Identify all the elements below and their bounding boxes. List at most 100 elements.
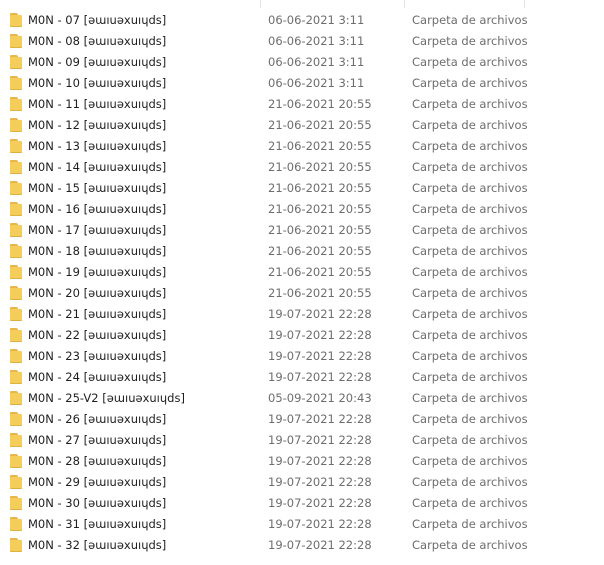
folder-row[interactable]: M0N - 19 [ǝɯıuǝxuıɥds] 21-06-2021 20:55 … xyxy=(0,262,604,283)
folder-row[interactable]: M0N - 07 [ǝɯıuǝxuıɥds] 06-06-2021 3:11 C… xyxy=(0,10,604,31)
file-type: Carpeta de archivos xyxy=(412,475,528,489)
date-modified: 19-07-2021 22:28 xyxy=(268,370,372,384)
file-type: Carpeta de archivos xyxy=(412,538,528,552)
file-type: Carpeta de archivos xyxy=(412,97,528,111)
file-type: Carpeta de archivos xyxy=(412,433,528,447)
folder-icon xyxy=(10,286,22,300)
date-modified: 21-06-2021 20:55 xyxy=(268,118,372,132)
folder-row[interactable]: M0N - 08 [ǝɯıuǝxuıɥds] 06-06-2021 3:11 C… xyxy=(0,31,604,52)
folder-name: M0N - 16 [ǝɯıuǝxuıɥds] xyxy=(28,202,167,216)
folder-icon xyxy=(10,202,22,216)
date-modified: 19-07-2021 22:28 xyxy=(268,517,372,531)
column-separator[interactable] xyxy=(260,0,261,8)
folder-icon xyxy=(10,244,22,258)
date-modified: 06-06-2021 3:11 xyxy=(268,34,365,48)
file-type: Carpeta de archivos xyxy=(412,223,528,237)
folder-icon xyxy=(10,265,22,279)
file-type: Carpeta de archivos xyxy=(412,55,528,69)
date-modified: 19-07-2021 22:28 xyxy=(268,496,372,510)
folder-name: M0N - 07 [ǝɯıuǝxuıɥds] xyxy=(28,13,167,27)
folder-row[interactable]: M0N - 23 [ǝɯıuǝxuıɥds] 19-07-2021 22:28 … xyxy=(0,346,604,367)
date-modified: 19-07-2021 22:28 xyxy=(268,349,372,363)
folder-name: M0N - 31 [ǝɯıuǝxuıɥds] xyxy=(28,517,167,531)
folder-icon xyxy=(10,307,22,321)
file-type: Carpeta de archivos xyxy=(412,118,528,132)
folder-name: M0N - 08 [ǝɯıuǝxuıɥds] xyxy=(28,34,167,48)
folder-row[interactable]: M0N - 29 [ǝɯıuǝxuıɥds] 19-07-2021 22:28 … xyxy=(0,472,604,493)
folder-name: M0N - 32 [ǝɯıuǝxuıɥds] xyxy=(28,538,167,552)
date-modified: 21-06-2021 20:55 xyxy=(268,223,372,237)
folder-row[interactable]: M0N - 18 [ǝɯıuǝxuıɥds] 21-06-2021 20:55 … xyxy=(0,241,604,262)
folder-icon xyxy=(10,76,22,90)
folder-icon xyxy=(10,454,22,468)
date-modified: 21-06-2021 20:55 xyxy=(268,202,372,216)
folder-row[interactable]: M0N - 17 [ǝɯıuǝxuıɥds] 21-06-2021 20:55 … xyxy=(0,220,604,241)
date-modified: 21-06-2021 20:55 xyxy=(268,286,372,300)
folder-row[interactable]: M0N - 10 [ǝɯıuǝxuıɥds] 06-06-2021 3:11 C… xyxy=(0,73,604,94)
date-modified: 19-07-2021 22:28 xyxy=(268,538,372,552)
folder-row[interactable]: M0N - 26 [ǝɯıuǝxuıɥds] 19-07-2021 22:28 … xyxy=(0,409,604,430)
folder-row[interactable]: M0N - 15 [ǝɯıuǝxuıɥds] 21-06-2021 20:55 … xyxy=(0,178,604,199)
file-type: Carpeta de archivos xyxy=(412,160,528,174)
date-modified: 19-07-2021 22:28 xyxy=(268,307,372,321)
folder-row[interactable]: M0N - 09 [ǝɯıuǝxuıɥds] 06-06-2021 3:11 C… xyxy=(0,52,604,73)
folder-row[interactable]: M0N - 27 [ǝɯıuǝxuıɥds] 19-07-2021 22:28 … xyxy=(0,430,604,451)
folder-name: M0N - 21 [ǝɯıuǝxuıɥds] xyxy=(28,307,167,321)
folder-name: M0N - 25-V2 [ǝɯıuǝxuıɥds] xyxy=(28,391,185,405)
file-type: Carpeta de archivos xyxy=(412,349,528,363)
folder-row[interactable]: M0N - 12 [ǝɯıuǝxuıɥds] 21-06-2021 20:55 … xyxy=(0,115,604,136)
file-type: Carpeta de archivos xyxy=(412,202,528,216)
folder-row[interactable]: M0N - 24 [ǝɯıuǝxuıɥds] 19-07-2021 22:28 … xyxy=(0,367,604,388)
folder-row[interactable]: M0N - 30 [ǝɯıuǝxuıɥds] 19-07-2021 22:28 … xyxy=(0,493,604,514)
date-modified: 05-09-2021 20:43 xyxy=(268,391,372,405)
file-type: Carpeta de archivos xyxy=(412,412,528,426)
folder-row[interactable]: M0N - 16 [ǝɯıuǝxuıɥds] 21-06-2021 20:55 … xyxy=(0,199,604,220)
file-type: Carpeta de archivos xyxy=(412,139,528,153)
folder-icon xyxy=(10,496,22,510)
folder-name: M0N - 18 [ǝɯıuǝxuıɥds] xyxy=(28,244,167,258)
file-type: Carpeta de archivos xyxy=(412,328,528,342)
folder-icon xyxy=(10,538,22,552)
folder-name: M0N - 27 [ǝɯıuǝxuıɥds] xyxy=(28,433,167,447)
folder-icon xyxy=(10,160,22,174)
file-type: Carpeta de archivos xyxy=(412,34,528,48)
column-separator[interactable] xyxy=(524,0,525,8)
folder-name: M0N - 11 [ǝɯıuǝxuıɥds] xyxy=(28,97,167,111)
folder-row[interactable]: M0N - 21 [ǝɯıuǝxuıɥds] 19-07-2021 22:28 … xyxy=(0,304,604,325)
file-type: Carpeta de archivos xyxy=(412,13,528,27)
file-type: Carpeta de archivos xyxy=(412,496,528,510)
folder-row[interactable]: M0N - 28 [ǝɯıuǝxuıɥds] 19-07-2021 22:28 … xyxy=(0,451,604,472)
file-type: Carpeta de archivos xyxy=(412,76,528,90)
date-modified: 21-06-2021 20:55 xyxy=(268,160,372,174)
date-modified: 06-06-2021 3:11 xyxy=(268,13,365,27)
file-type: Carpeta de archivos xyxy=(412,391,528,405)
file-type: Carpeta de archivos xyxy=(412,517,528,531)
folder-name: M0N - 22 [ǝɯıuǝxuıɥds] xyxy=(28,328,167,342)
folder-row[interactable]: M0N - 31 [ǝɯıuǝxuıɥds] 19-07-2021 22:28 … xyxy=(0,514,604,535)
file-rows: M0N - 07 [ǝɯıuǝxuıɥds] 06-06-2021 3:11 C… xyxy=(0,10,604,556)
folder-icon xyxy=(10,412,22,426)
folder-name: M0N - 12 [ǝɯıuǝxuıɥds] xyxy=(28,118,167,132)
date-modified: 06-06-2021 3:11 xyxy=(268,76,365,90)
date-modified: 19-07-2021 22:28 xyxy=(268,454,372,468)
folder-row[interactable]: M0N - 14 [ǝɯıuǝxuıɥds] 21-06-2021 20:55 … xyxy=(0,157,604,178)
folder-row[interactable]: M0N - 32 [ǝɯıuǝxuıɥds] 19-07-2021 22:28 … xyxy=(0,535,604,556)
folder-name: M0N - 29 [ǝɯıuǝxuıɥds] xyxy=(28,475,167,489)
date-modified: 19-07-2021 22:28 xyxy=(268,412,372,426)
file-type: Carpeta de archivos xyxy=(412,307,528,321)
folder-row[interactable]: M0N - 11 [ǝɯıuǝxuıɥds] 21-06-2021 20:55 … xyxy=(0,94,604,115)
folder-name: M0N - 26 [ǝɯıuǝxuıɥds] xyxy=(28,412,167,426)
folder-icon xyxy=(10,34,22,48)
folder-icon xyxy=(10,475,22,489)
folder-row[interactable]: M0N - 20 [ǝɯıuǝxuıɥds] 21-06-2021 20:55 … xyxy=(0,283,604,304)
file-type: Carpeta de archivos xyxy=(412,244,528,258)
folder-icon xyxy=(10,13,22,27)
folder-row[interactable]: M0N - 22 [ǝɯıuǝxuıɥds] 19-07-2021 22:28 … xyxy=(0,325,604,346)
folder-icon xyxy=(10,517,22,531)
column-separator[interactable] xyxy=(404,0,405,8)
folder-row[interactable]: M0N - 25-V2 [ǝɯıuǝxuıɥds] 05-09-2021 20:… xyxy=(0,388,604,409)
folder-icon xyxy=(10,328,22,342)
folder-name: M0N - 14 [ǝɯıuǝxuıɥds] xyxy=(28,160,167,174)
folder-row[interactable]: M0N - 13 [ǝɯıuǝxuıɥds] 21-06-2021 20:55 … xyxy=(0,136,604,157)
date-modified: 21-06-2021 20:55 xyxy=(268,97,372,111)
